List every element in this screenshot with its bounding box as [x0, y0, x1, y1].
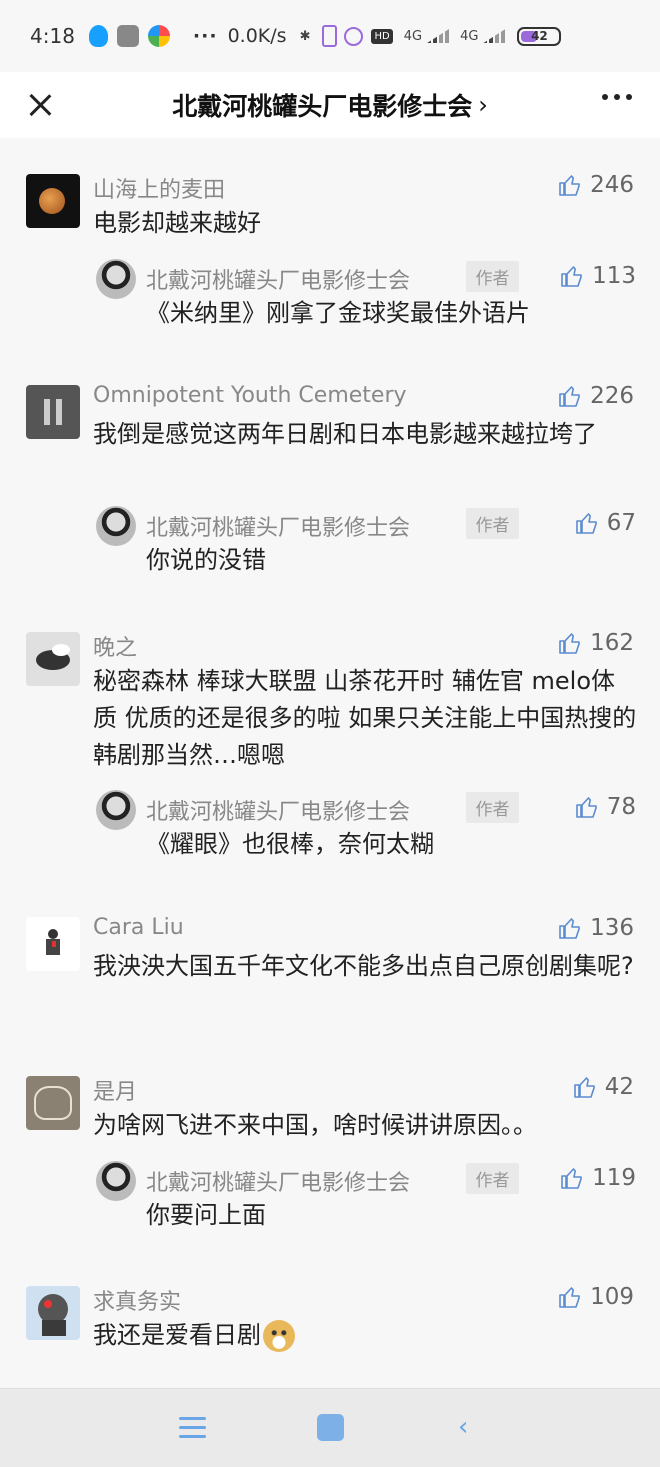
app-header: 北戴河桃罐头厂电影修士会 › — [0, 72, 660, 138]
comment-text: 电影却越来越好 — [93, 209, 261, 237]
page-title-text: 北戴河桃罐头厂电影修士会 — [172, 92, 473, 121]
message-notification-icon — [116, 25, 139, 47]
like-count: 67 — [606, 510, 636, 536]
comment-text: 我泱泱大国五千年文化不能多出点自己原创剧集呢? — [93, 952, 634, 980]
battery-icon: 42 — [517, 26, 562, 46]
comment-author[interactable]: Cara Liu — [93, 915, 184, 940]
network-speed: 0.0K/s — [227, 25, 287, 47]
like-count: 42 — [604, 1074, 634, 1100]
reply-avatar[interactable] — [96, 1161, 136, 1201]
like-button[interactable]: 226 — [558, 383, 634, 409]
home-icon[interactable] — [317, 1414, 344, 1441]
status-time: 4:18 — [30, 24, 75, 48]
like-count: 162 — [590, 630, 634, 656]
like-button[interactable]: 136 — [558, 915, 634, 941]
back-icon[interactable]: ‹ — [458, 1414, 478, 1440]
like-count: 119 — [592, 1165, 636, 1191]
reply-like-button[interactable]: 67 — [575, 510, 636, 536]
reply-text: 《耀眼》也很棒，奈何太糊 — [146, 830, 434, 858]
comment-text-content: 我还是爱看日剧 — [93, 1321, 261, 1349]
comment-list: 山海上的麦田 246 电影却越来越好 北戴河桃罐头厂电影修士会 作者 113 《… — [0, 138, 660, 1388]
avatar[interactable] — [26, 632, 80, 686]
comment-author[interactable]: 晚之 — [93, 630, 137, 662]
comment-text: 秘密森林 棒球大联盟 山茶花开时 辅佐官 melo体质 优质的还是很多的啦 如果… — [93, 667, 637, 769]
doge-emoji-icon — [263, 1320, 295, 1352]
alarm-icon — [344, 26, 364, 46]
thumbs-up-icon — [575, 511, 599, 535]
comment-author[interactable]: 求真务实 — [93, 1284, 181, 1316]
reply-avatar[interactable] — [96, 790, 136, 830]
like-count: 109 — [590, 1284, 634, 1310]
comment-author[interactable]: 是月 — [93, 1074, 137, 1106]
thumbs-up-icon — [558, 384, 582, 408]
thumbs-up-icon — [575, 795, 599, 819]
reply-avatar[interactable] — [96, 259, 136, 299]
comment-text: 我倒是感觉这两年日剧和日本电影越来越拉垮了 — [93, 420, 597, 448]
author-badge: 作者 — [466, 1163, 519, 1194]
qq-notification-icon — [88, 25, 108, 47]
thumbs-up-icon — [560, 1166, 584, 1190]
reply-author[interactable]: 北戴河桃罐头厂电影修士会 — [146, 510, 410, 542]
thumbs-up-icon — [558, 173, 582, 197]
app-notification-icon — [147, 25, 170, 47]
like-count: 113 — [592, 263, 636, 289]
menu-icon[interactable] — [179, 1417, 206, 1439]
signal-icon-1 — [427, 29, 450, 43]
comment-author[interactable]: 山海上的麦田 — [93, 172, 225, 204]
like-button[interactable]: 162 — [558, 630, 634, 656]
bluetooth-icon: ✱ — [299, 28, 311, 44]
like-count: 136 — [590, 915, 634, 941]
like-count: 78 — [606, 794, 636, 820]
thumbs-up-icon — [558, 631, 582, 655]
like-button[interactable]: 109 — [558, 1284, 634, 1310]
thumbs-up-icon — [558, 916, 582, 940]
avatar[interactable] — [26, 385, 80, 439]
like-count: 246 — [590, 172, 634, 198]
thumbs-up-icon — [560, 264, 584, 288]
like-count: 226 — [590, 383, 634, 409]
author-badge: 作者 — [466, 508, 519, 539]
reply-like-button[interactable]: 119 — [560, 1165, 636, 1191]
more-notifications-icon: ··· — [192, 25, 218, 47]
hd-voice-icon: HD — [371, 28, 393, 44]
reply-author[interactable]: 北戴河桃罐头厂电影修士会 — [146, 1165, 410, 1197]
author-badge: 作者 — [466, 792, 519, 823]
avatar[interactable] — [26, 917, 80, 971]
avatar[interactable] — [26, 1076, 80, 1130]
network-type-1: 4G — [403, 28, 423, 44]
vibrate-icon — [322, 25, 338, 47]
signal-icon-2 — [483, 29, 506, 43]
page-title[interactable]: 北戴河桃罐头厂电影修士会 › — [0, 72, 660, 138]
comment-text: 为啥网飞进不来中国，啥时候讲讲原因。。 — [93, 1111, 537, 1139]
reply-text: 《米纳里》刚拿了金球奖最佳外语片 — [146, 299, 530, 327]
reply-text: 你要问上面 — [146, 1201, 266, 1229]
thumbs-up-icon — [558, 1285, 582, 1309]
comment-text: 我还是爱看日剧 — [93, 1317, 638, 1354]
author-badge: 作者 — [466, 261, 519, 292]
network-type-2: 4G — [460, 28, 479, 44]
like-button[interactable]: 42 — [573, 1074, 634, 1100]
reply-author[interactable]: 北戴河桃罐头厂电影修士会 — [146, 794, 410, 826]
battery-level: 42 — [531, 29, 548, 43]
thumbs-up-icon — [573, 1075, 597, 1099]
reply-text: 你说的没错 — [146, 546, 266, 574]
more-options-icon[interactable] — [602, 94, 632, 100]
comment-author[interactable]: Omnipotent Youth Cemetery — [93, 383, 407, 408]
status-bar: 4:18 ··· 0.0K/s ✱ HD 4G 4G 42 — [0, 0, 660, 72]
avatar[interactable] — [26, 174, 80, 228]
reply-author[interactable]: 北戴河桃罐头厂电影修士会 — [146, 263, 410, 295]
like-button[interactable]: 246 — [558, 172, 634, 198]
avatar[interactable] — [26, 1286, 80, 1340]
reply-avatar[interactable] — [96, 506, 136, 546]
reply-like-button[interactable]: 78 — [575, 794, 636, 820]
system-nav-bar: ‹ — [0, 1388, 660, 1467]
chevron-right-icon: › — [478, 91, 488, 119]
reply-like-button[interactable]: 113 — [560, 263, 636, 289]
